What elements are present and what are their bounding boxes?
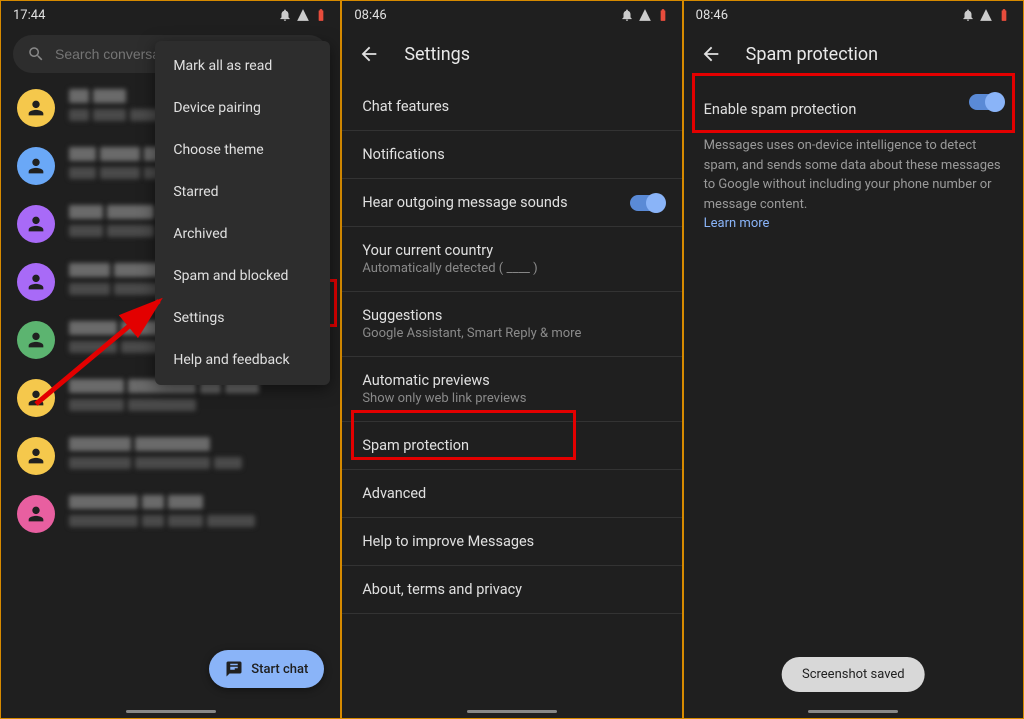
row-primary: Advanced: [362, 485, 661, 502]
menu-item-archived[interactable]: Archived: [155, 213, 330, 255]
status-icons: [278, 8, 328, 22]
app-header: Settings: [342, 29, 681, 83]
menu-item-mark-all-as-read[interactable]: Mark all as read: [155, 45, 330, 87]
status-bar: 17:44: [1, 1, 340, 29]
signal-icon: [979, 8, 993, 22]
start-chat-button[interactable]: Start chat: [209, 650, 324, 688]
search-input[interactable]: [55, 46, 165, 62]
row-secondary: Google Assistant, Smart Reply & more: [362, 326, 661, 341]
settings-row-hear-outgoing-message-sounds[interactable]: Hear outgoing message sounds: [342, 179, 681, 227]
signal-icon: [296, 8, 310, 22]
nav-handle[interactable]: [808, 710, 898, 713]
battery-icon: [997, 8, 1011, 22]
conversation-item[interactable]: [1, 485, 340, 543]
settings-list[interactable]: Chat features Notifications Hear outgoing …: [342, 83, 681, 718]
avatar: [17, 495, 55, 533]
spam-description-text: Messages uses on-device intelligence to …: [704, 138, 1001, 212]
row-primary: Chat features: [362, 98, 661, 115]
learn-more-link[interactable]: Learn more: [704, 216, 770, 231]
settings-panel: 08:46 Settings Chat features Notification…: [341, 0, 682, 719]
settings-row-chat-features[interactable]: Chat features: [342, 83, 681, 131]
highlight-enable-toggle: [692, 73, 1015, 133]
avatar: [17, 89, 55, 127]
battery-icon: [314, 8, 328, 22]
row-primary: Your current country: [362, 242, 661, 259]
status-icons: [620, 8, 670, 22]
menu-item-settings[interactable]: Settings: [155, 297, 330, 339]
status-bar: 08:46: [342, 1, 681, 29]
clock-time: 17:44: [13, 8, 45, 23]
menu-item-device-pairing[interactable]: Device pairing: [155, 87, 330, 129]
row-primary: Automatic previews: [362, 372, 661, 389]
overflow-menu: Mark all as readDevice pairingChoose the…: [155, 41, 330, 385]
row-secondary: Automatically detected ( ____ ): [362, 261, 661, 276]
spam-protection-panel: 08:46 Spam protection Enable spam protec…: [683, 0, 1024, 719]
nav-handle[interactable]: [126, 710, 216, 713]
avatar: [17, 205, 55, 243]
page-title: Spam protection: [746, 44, 878, 65]
blurred-preview: [69, 495, 255, 527]
back-icon[interactable]: [358, 43, 380, 65]
avatar: [17, 437, 55, 475]
spam-description: Messages uses on-device intelligence to …: [684, 136, 1023, 234]
screenshot-toast: Screenshot saved: [782, 657, 925, 692]
clock-time: 08:46: [696, 8, 728, 23]
arrow-annotation: [31, 289, 171, 409]
signal-icon: [638, 8, 652, 22]
page-title: Settings: [404, 44, 470, 65]
row-primary: Hear outgoing message sounds: [362, 194, 661, 211]
nav-handle[interactable]: [467, 710, 557, 713]
back-icon[interactable]: [700, 43, 722, 65]
battery-icon: [656, 8, 670, 22]
clock-time: 08:46: [354, 8, 386, 23]
conversations-panel: 17:44 Mark all as readDevice pairingChoo…: [0, 0, 341, 719]
settings-row-help-to-improve-messages[interactable]: Help to improve Messages: [342, 518, 681, 566]
settings-row-your-current-country[interactable]: Your current country Automatically detect…: [342, 227, 681, 292]
menu-item-choose-theme[interactable]: Choose theme: [155, 129, 330, 171]
blurred-preview: [69, 437, 242, 469]
row-primary: About, terms and privacy: [362, 581, 661, 598]
row-primary: Suggestions: [362, 307, 661, 324]
start-chat-label: Start chat: [251, 662, 308, 677]
do-not-disturb-icon: [961, 8, 975, 22]
avatar: [17, 147, 55, 185]
status-bar: 08:46: [684, 1, 1023, 29]
row-primary: Help to improve Messages: [362, 533, 661, 550]
row-primary: Notifications: [362, 146, 661, 163]
menu-item-help-and-feedback[interactable]: Help and feedback: [155, 339, 330, 381]
do-not-disturb-icon: [278, 8, 292, 22]
status-icons: [961, 8, 1011, 22]
row-toggle[interactable]: [630, 195, 664, 211]
settings-row-advanced[interactable]: Advanced: [342, 470, 681, 518]
settings-row-suggestions[interactable]: Suggestions Google Assistant, Smart Reply…: [342, 292, 681, 357]
menu-item-starred[interactable]: Starred: [155, 171, 330, 213]
settings-row-about-terms-and-privacy[interactable]: About, terms and privacy: [342, 566, 681, 614]
settings-row-notifications[interactable]: Notifications: [342, 131, 681, 179]
conversation-item[interactable]: [1, 427, 340, 485]
search-icon: [27, 45, 45, 63]
menu-item-spam-and-blocked[interactable]: Spam and blocked: [155, 255, 330, 297]
highlight-spam-protection: [351, 410, 576, 460]
chat-icon: [225, 660, 243, 678]
do-not-disturb-icon: [620, 8, 634, 22]
row-secondary: Show only web link previews: [362, 391, 661, 406]
